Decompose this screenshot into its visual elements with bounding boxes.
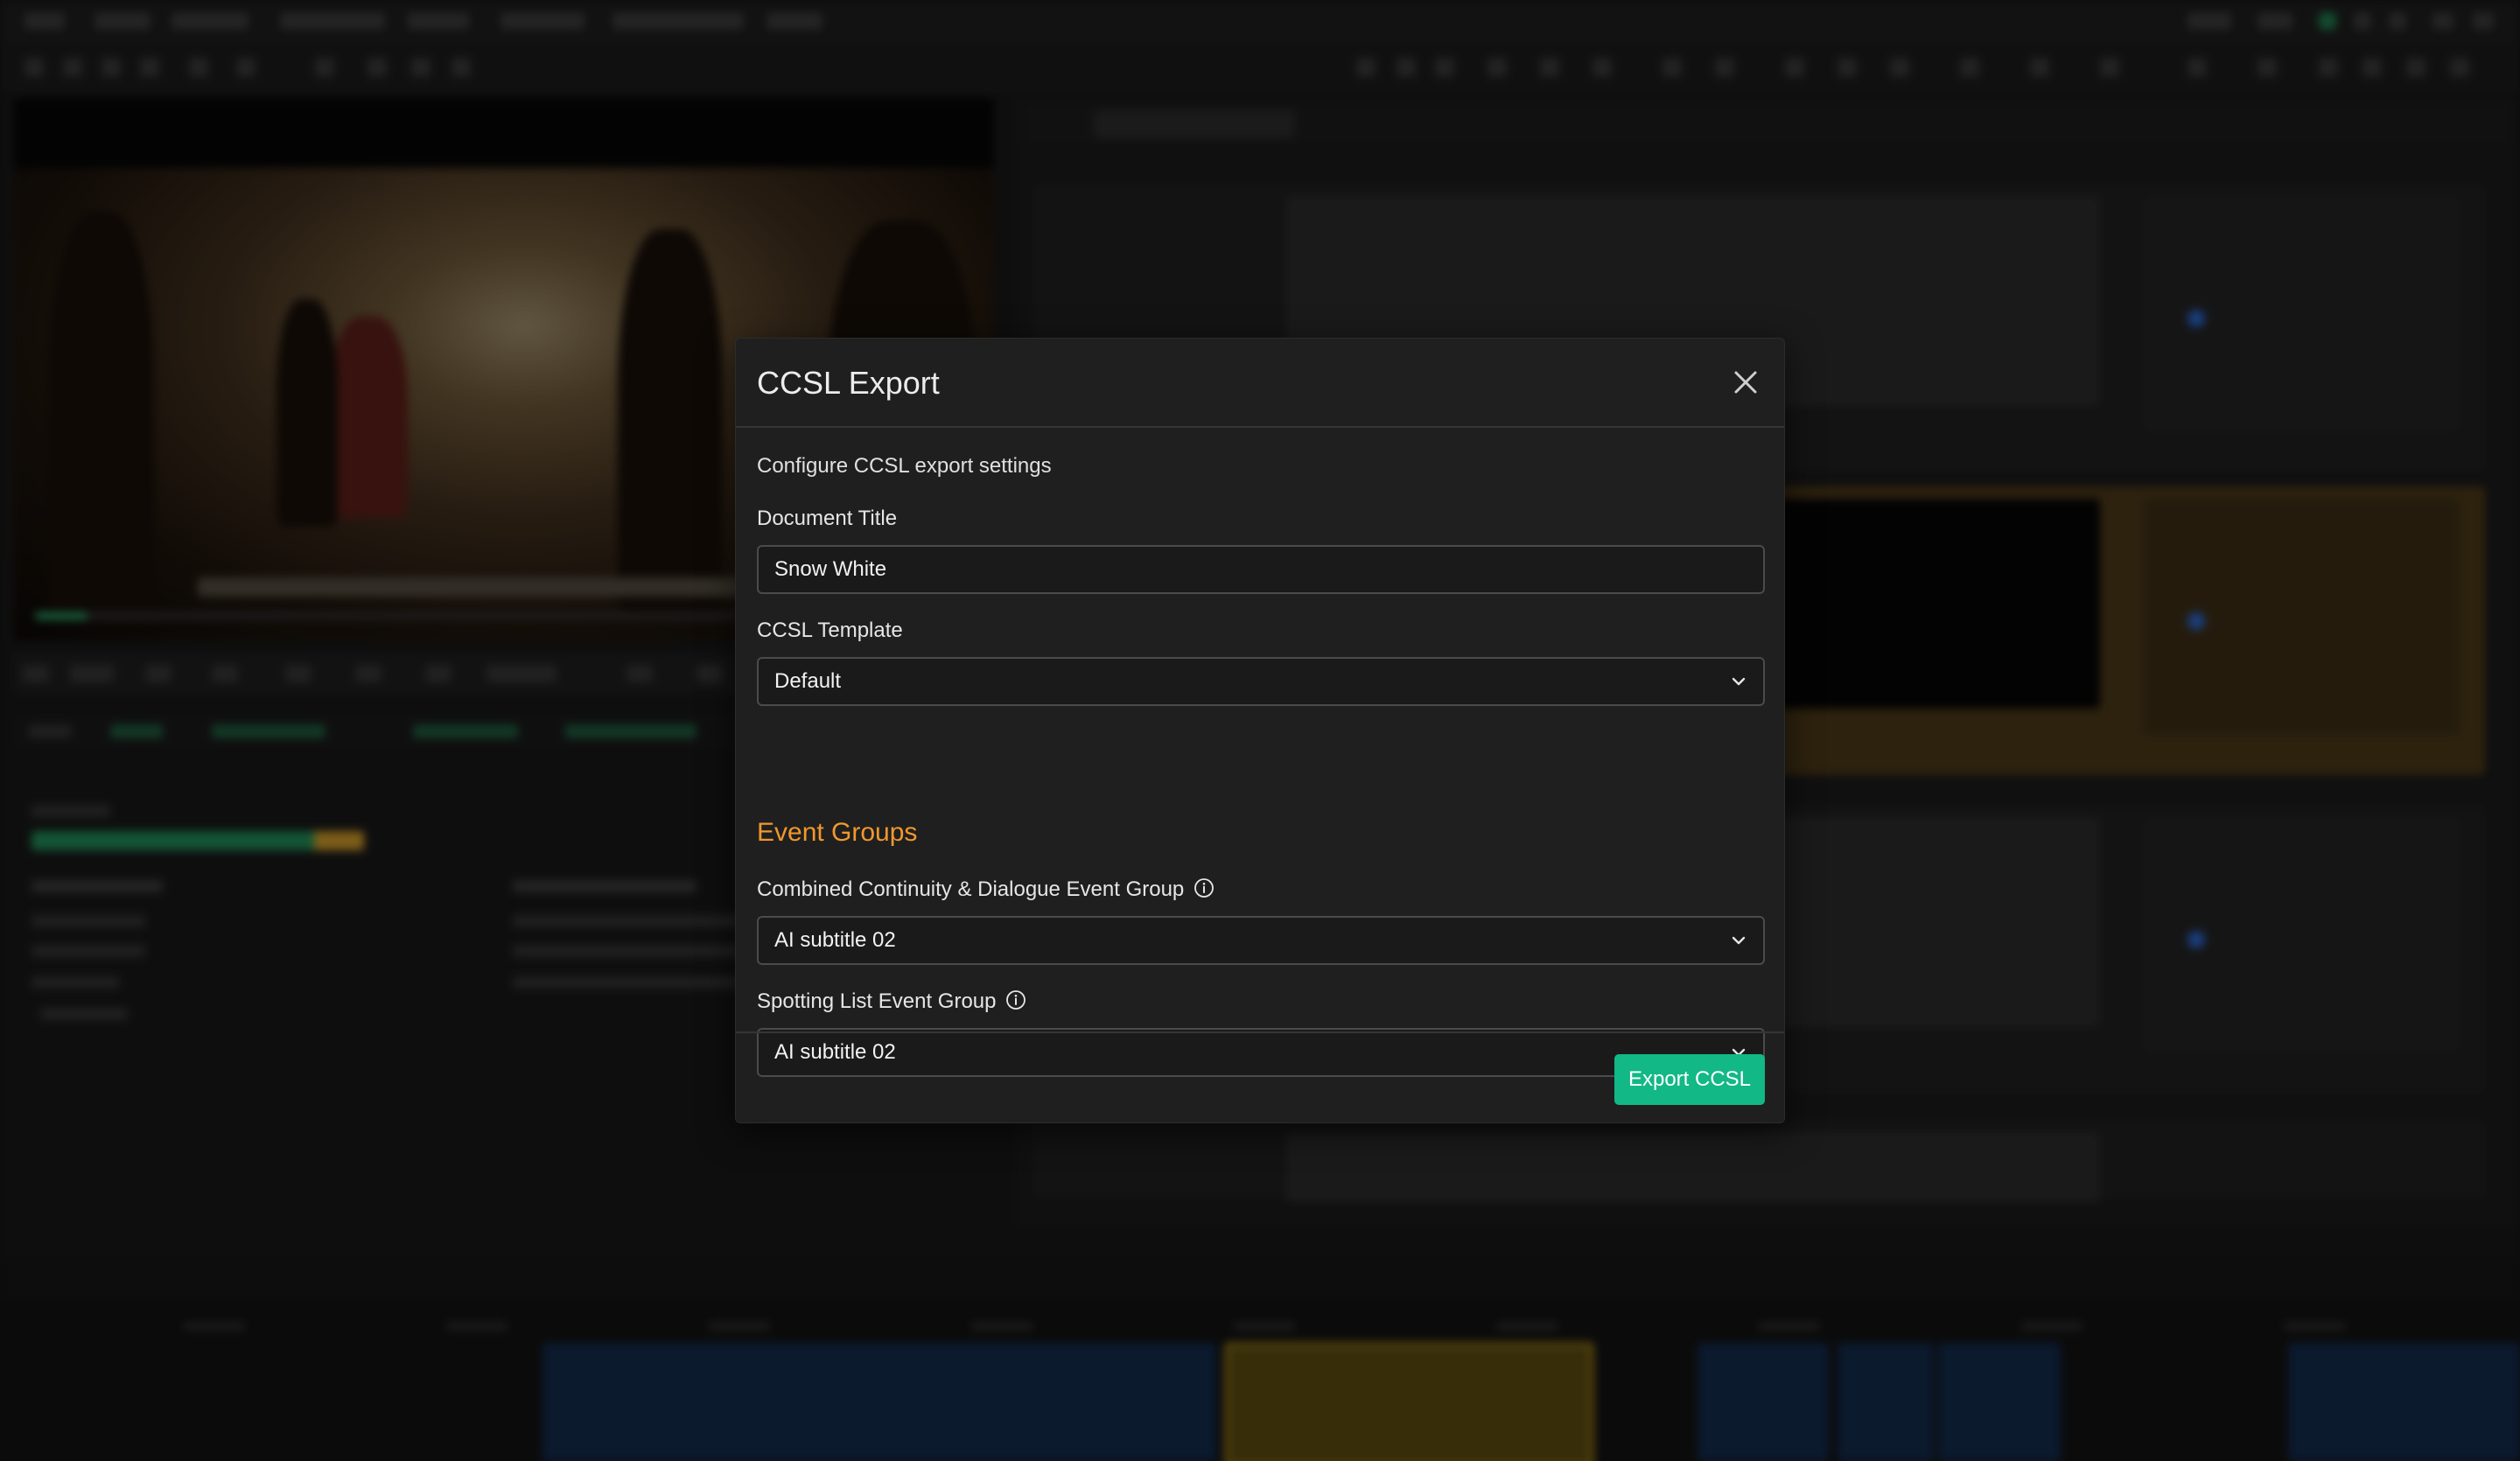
- export-ccsl-button[interactable]: Export CCSL: [1614, 1054, 1765, 1105]
- chevron-down-icon: [1732, 936, 1746, 945]
- spotting-event-group-label: Spotting List Event Group: [757, 989, 997, 1013]
- ccsl-export-dialog: CCSL Export Configure CCSL export settin…: [735, 338, 1785, 1123]
- dialog-header: CCSL Export: [736, 339, 1784, 428]
- combined-event-group-select[interactable]: AI subtitle 02: [757, 916, 1765, 965]
- info-icon[interactable]: [1005, 989, 1026, 1010]
- dialog-footer: Export CCSL: [736, 1031, 1784, 1124]
- combined-event-group-label: Combined Continuity & Dialogue Event Gro…: [757, 877, 1185, 901]
- close-icon: [1734, 371, 1757, 394]
- combined-event-group-label-row: Combined Continuity & Dialogue Event Gro…: [757, 877, 1214, 902]
- ccsl-template-select[interactable]: Default: [757, 657, 1765, 706]
- dialog-title: CCSL Export: [757, 365, 940, 401]
- info-icon[interactable]: [1194, 877, 1214, 898]
- close-button[interactable]: [1726, 363, 1765, 402]
- document-title-input[interactable]: [757, 545, 1765, 594]
- dialog-description: Configure CCSL export settings: [757, 454, 1052, 478]
- document-title-label: Document Title: [757, 507, 898, 530]
- spotting-event-group-label-row: Spotting List Event Group: [757, 989, 1026, 1014]
- ccsl-template-label: CCSL Template: [757, 619, 903, 642]
- ccsl-template-value: Default: [774, 669, 842, 693]
- combined-event-group-value: AI subtitle 02: [774, 928, 896, 952]
- chevron-down-icon: [1732, 677, 1746, 686]
- event-groups-heading: Event Groups: [757, 818, 918, 847]
- app-root: CCSL Export Configure CCSL export settin…: [0, 0, 2520, 1461]
